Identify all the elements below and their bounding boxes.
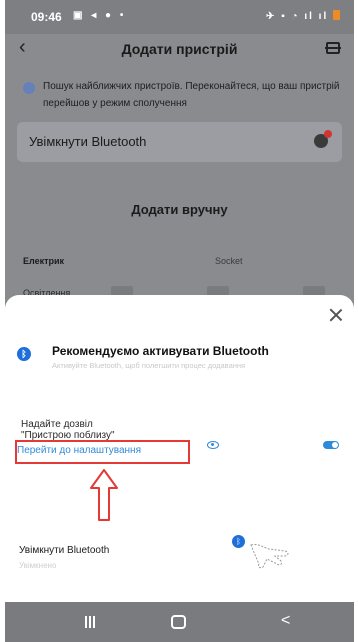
bluetooth-bottom-sheet: ᛒ Рекомендуємо активувати Bluetooth Акти… [5, 295, 354, 602]
search-notice: Пошук найближчих пристроїв. Переконайтес… [19, 78, 344, 112]
close-icon[interactable] [328, 307, 344, 323]
nearby-permission-label: Надайте дозвіл "Пристрою поблизу" [21, 419, 115, 441]
notification-icons: ▣ ◂ ● • [73, 10, 127, 21]
sheet-title: Рекомендуємо активувати Bluetooth [52, 344, 269, 358]
top-bar: ‹ Додати пристрій [5, 34, 354, 62]
sheet-subtitle: Активуйте Bluetooth, щоб полегшити проце… [52, 361, 246, 370]
bluetooth-status: Увімкнено [19, 561, 57, 570]
system-icons: ✈ ▪ ◔ ıl ıl [266, 10, 340, 22]
phone-screen: 09:46 ▣ ◂ ● • ✈ ▪ ◔ ıl ıl ‹ Додати прист… [5, 0, 354, 642]
enable-bluetooth-label: Увімкнути Bluetooth [19, 545, 110, 556]
bluetooth-card-label: Увімкнути Bluetooth [29, 134, 147, 149]
bluetooth-status-icon: ᛒ [232, 535, 245, 548]
category-tab-active[interactable]: Електрик [23, 256, 64, 266]
status-time: 09:46 [31, 10, 62, 24]
page-title: Додати пристрій [121, 41, 238, 57]
scan-icon[interactable] [325, 42, 341, 54]
search-radar-icon [23, 82, 35, 94]
up-arrow-icon [90, 469, 118, 521]
hand-pointer-icon [250, 544, 289, 569]
bluetooth-icon: ᛒ [17, 347, 31, 361]
alert-badge-icon [324, 130, 332, 138]
eye-icon [207, 441, 219, 449]
search-text: Пошук найближчих пристроїв. Переконайтес… [43, 81, 340, 109]
manual-add-title: Додати вручну [131, 202, 228, 217]
recent-apps-icon[interactable] [85, 616, 95, 628]
permission-line-1: Надайте дозвіл [21, 419, 93, 430]
nav-back-icon[interactable]: < [281, 612, 290, 630]
home-icon[interactable] [171, 615, 186, 629]
battery-icon [333, 10, 340, 20]
highlight-box [15, 440, 190, 464]
category-tab-socket[interactable]: Socket [215, 256, 243, 266]
permission-toggle[interactable] [323, 441, 339, 449]
bluetooth-card[interactable]: Увімкнути Bluetooth [17, 122, 342, 162]
status-bar: 09:46 ▣ ◂ ● • ✈ ▪ ◔ ıl ıl [5, 0, 354, 34]
system-nav-bar: < [5, 602, 354, 642]
